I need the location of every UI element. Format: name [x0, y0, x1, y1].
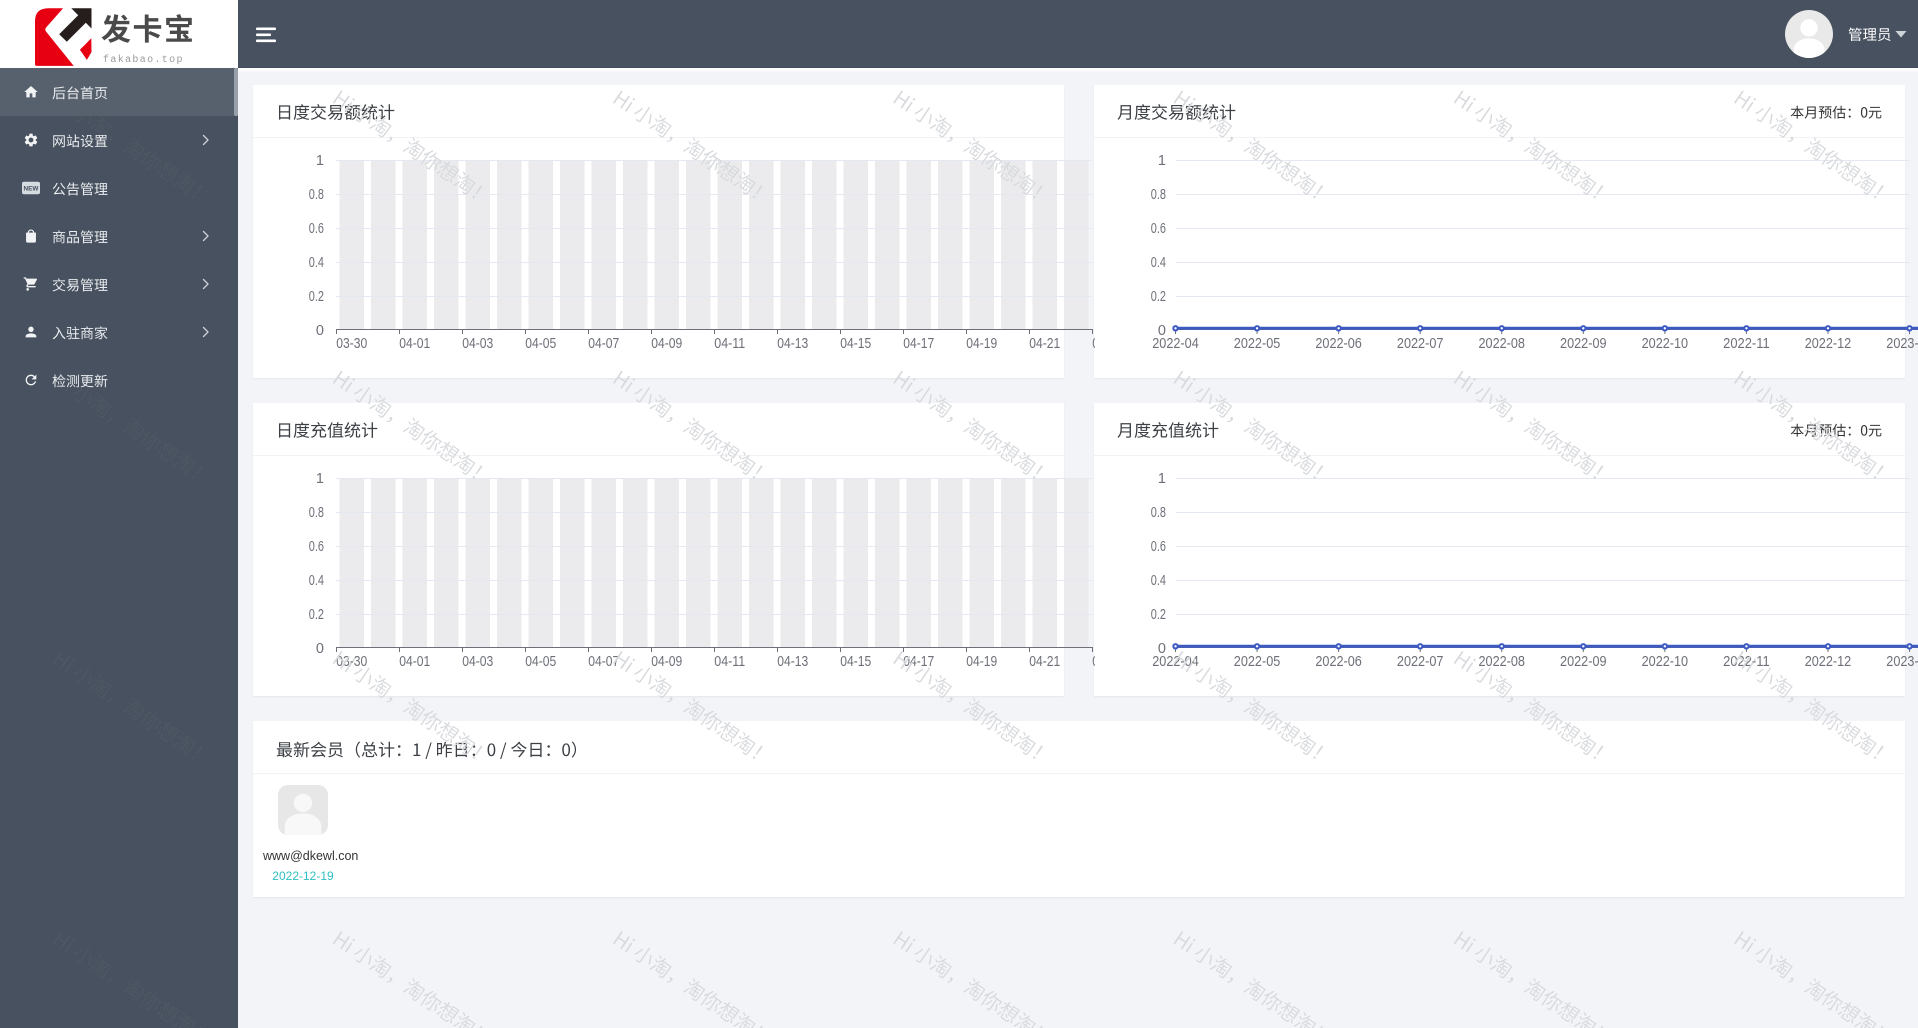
svg-text:NEW: NEW: [24, 186, 40, 193]
